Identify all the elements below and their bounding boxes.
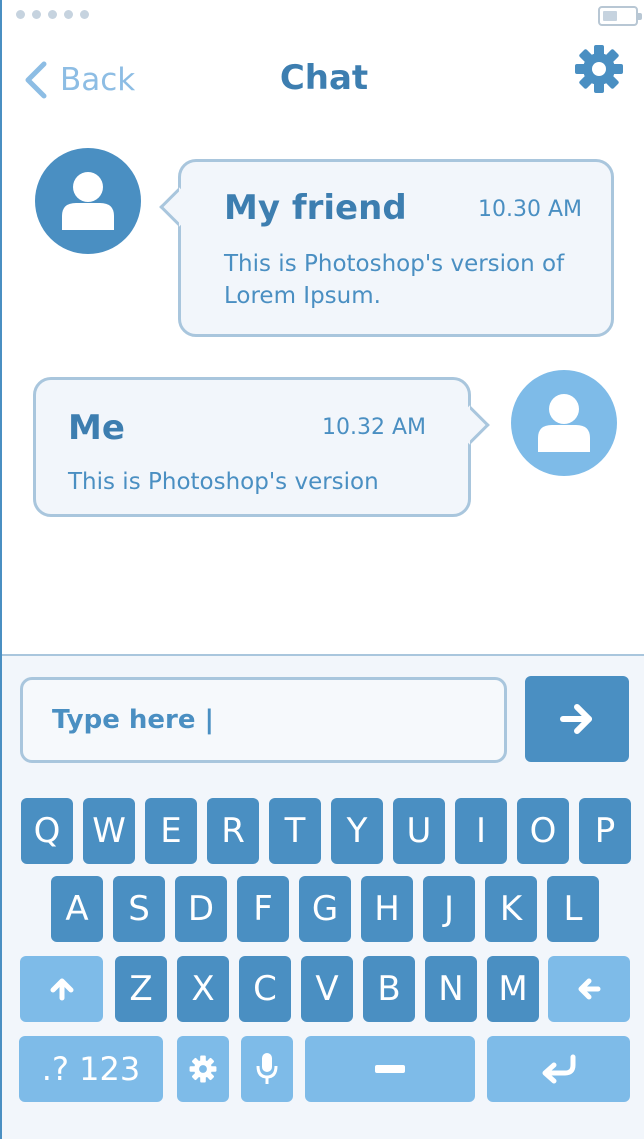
key-z[interactable]: Z	[115, 956, 167, 1022]
key-q[interactable]: Q	[21, 798, 73, 864]
key-y[interactable]: Y	[331, 798, 383, 864]
space-bar-icon	[375, 1065, 405, 1073]
key-m[interactable]: M	[487, 956, 539, 1022]
key-f[interactable]: F	[237, 876, 289, 942]
key-j[interactable]: J	[423, 876, 475, 942]
key-x[interactable]: X	[177, 956, 229, 1022]
message-bubble-friend: My friend 10.30 AM This is Photoshop's v…	[159, 159, 614, 337]
key-w[interactable]: W	[83, 798, 135, 864]
backspace-key[interactable]	[548, 956, 630, 1022]
arrow-left-icon	[578, 978, 601, 1000]
key-g[interactable]: G	[299, 876, 351, 942]
key-l[interactable]: L	[547, 876, 599, 942]
message-time: 10.30 AM	[477, 197, 582, 222]
message-sender: My friend	[224, 188, 407, 228]
key-i[interactable]: I	[455, 798, 507, 864]
message-sender: Me	[68, 408, 125, 448]
numbers-key[interactable]: .? 123	[19, 1036, 163, 1102]
key-d[interactable]: D	[175, 876, 227, 942]
message-time: 10.32 AM	[321, 415, 426, 440]
key-v[interactable]: V	[301, 956, 353, 1022]
key-h[interactable]: H	[361, 876, 413, 942]
key-t[interactable]: T	[269, 798, 321, 864]
key-s[interactable]: S	[113, 876, 165, 942]
key-k[interactable]: K	[485, 876, 537, 942]
avatar-friend[interactable]	[35, 148, 141, 254]
chat-screen: Back Chat My friend 10.30 AM This is Pho…	[0, 0, 644, 1139]
microphone-icon	[256, 1053, 278, 1084]
gear-icon[interactable]	[574, 44, 624, 94]
avatar-me[interactable]	[511, 370, 617, 476]
message-bubble-me: Me 10.32 AM This is Photoshop's version	[33, 377, 490, 517]
key-a[interactable]: A	[51, 876, 103, 942]
key-p[interactable]: P	[579, 798, 631, 864]
key-n[interactable]: N	[425, 956, 477, 1022]
arrow-right-icon	[560, 704, 592, 734]
gear-icon	[189, 1055, 217, 1083]
key-b[interactable]: B	[363, 956, 415, 1022]
microphone-key[interactable]	[241, 1036, 293, 1102]
arrow-up-icon	[50, 978, 73, 1001]
signal-dots-icon	[16, 10, 89, 19]
key-r[interactable]: R	[207, 798, 259, 864]
keyboard-settings-key[interactable]	[177, 1036, 229, 1102]
key-o[interactable]: O	[517, 798, 569, 864]
battery-icon	[598, 6, 642, 26]
shift-key[interactable]	[20, 956, 103, 1022]
user-icon	[538, 394, 590, 452]
space-key[interactable]	[305, 1036, 475, 1102]
message-text: This is Photoshop's version	[68, 469, 379, 495]
message-input[interactable]: Type here |	[20, 677, 507, 763]
return-icon	[542, 1054, 575, 1084]
key-c[interactable]: C	[239, 956, 291, 1022]
user-icon	[62, 172, 114, 230]
key-u[interactable]: U	[393, 798, 445, 864]
return-key[interactable]	[487, 1036, 630, 1102]
page-title: Chat	[279, 58, 369, 98]
message-text: This is Photoshop's version of Lorem Ips…	[224, 251, 565, 309]
key-e[interactable]: E	[145, 798, 197, 864]
send-button[interactable]	[525, 676, 629, 762]
